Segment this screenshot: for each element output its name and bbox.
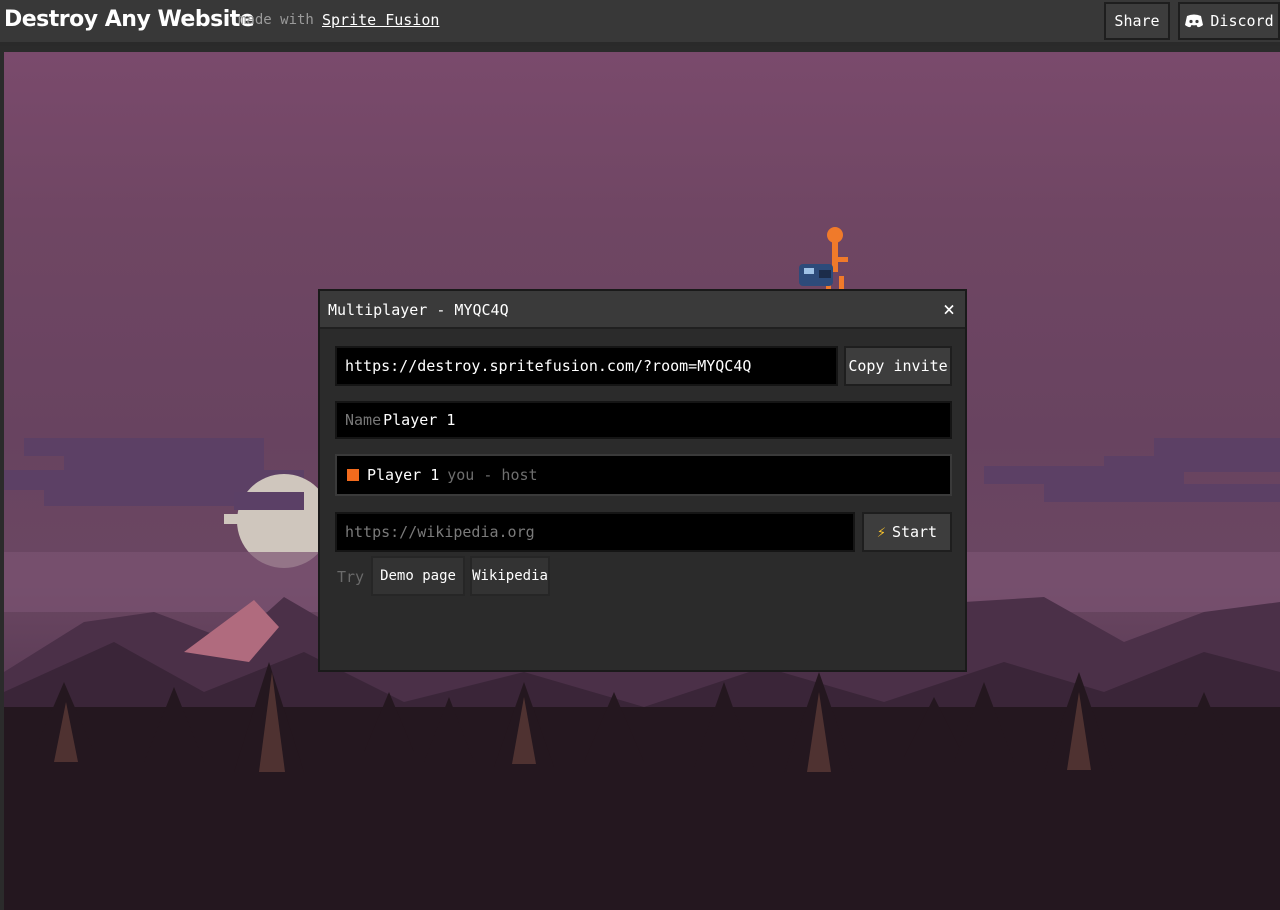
website-url-field[interactable]	[335, 512, 855, 552]
discord-icon	[1185, 14, 1204, 28]
try-wikipedia-button[interactable]: Wikipedia	[470, 556, 550, 596]
player-list: Player 1 you - host	[335, 454, 952, 496]
share-button[interactable]: Share	[1104, 2, 1170, 40]
name-field[interactable]: Name	[335, 401, 952, 439]
try-demo-page-button[interactable]: Demo page	[371, 556, 465, 596]
modal-header: Multiplayer - MYQC4Q ×	[320, 291, 965, 329]
sprite-fusion-link[interactable]: Sprite Fusion	[322, 11, 439, 29]
multiplayer-modal: Multiplayer - MYQC4Q × Copy invite Name …	[318, 289, 967, 672]
player-role-tag: you - host	[447, 466, 538, 484]
name-input[interactable]	[383, 411, 950, 429]
made-with-text: made with	[238, 12, 314, 28]
website-url-input[interactable]	[345, 523, 853, 541]
top-bar: Destroy Any Website made with Sprite Fus…	[0, 0, 1280, 46]
player-name: Player 1	[367, 466, 440, 484]
invite-url-input[interactable]	[345, 357, 836, 375]
player-color-swatch	[347, 469, 359, 481]
close-icon[interactable]: ×	[938, 297, 960, 321]
name-label: Name	[345, 411, 382, 429]
share-button-label: Share	[1114, 12, 1160, 30]
copy-invite-label: Copy invite	[848, 357, 948, 375]
try-demo-page-label: Demo page	[380, 568, 456, 584]
modal-title: Multiplayer - MYQC4Q	[328, 301, 509, 319]
discord-button[interactable]: Discord	[1178, 2, 1280, 40]
invite-url-field[interactable]	[335, 346, 838, 386]
start-label: Start	[891, 523, 938, 541]
app-title: Destroy Any Website	[4, 7, 255, 32]
copy-invite-button[interactable]: Copy invite	[844, 346, 952, 386]
start-button[interactable]: ⚡ Start	[862, 512, 952, 552]
try-label: Try	[337, 568, 365, 586]
discord-button-label: Discord	[1210, 12, 1274, 30]
lightning-icon: ⚡	[876, 523, 886, 541]
try-wikipedia-label: Wikipedia	[472, 568, 548, 584]
player-character	[799, 227, 848, 290]
